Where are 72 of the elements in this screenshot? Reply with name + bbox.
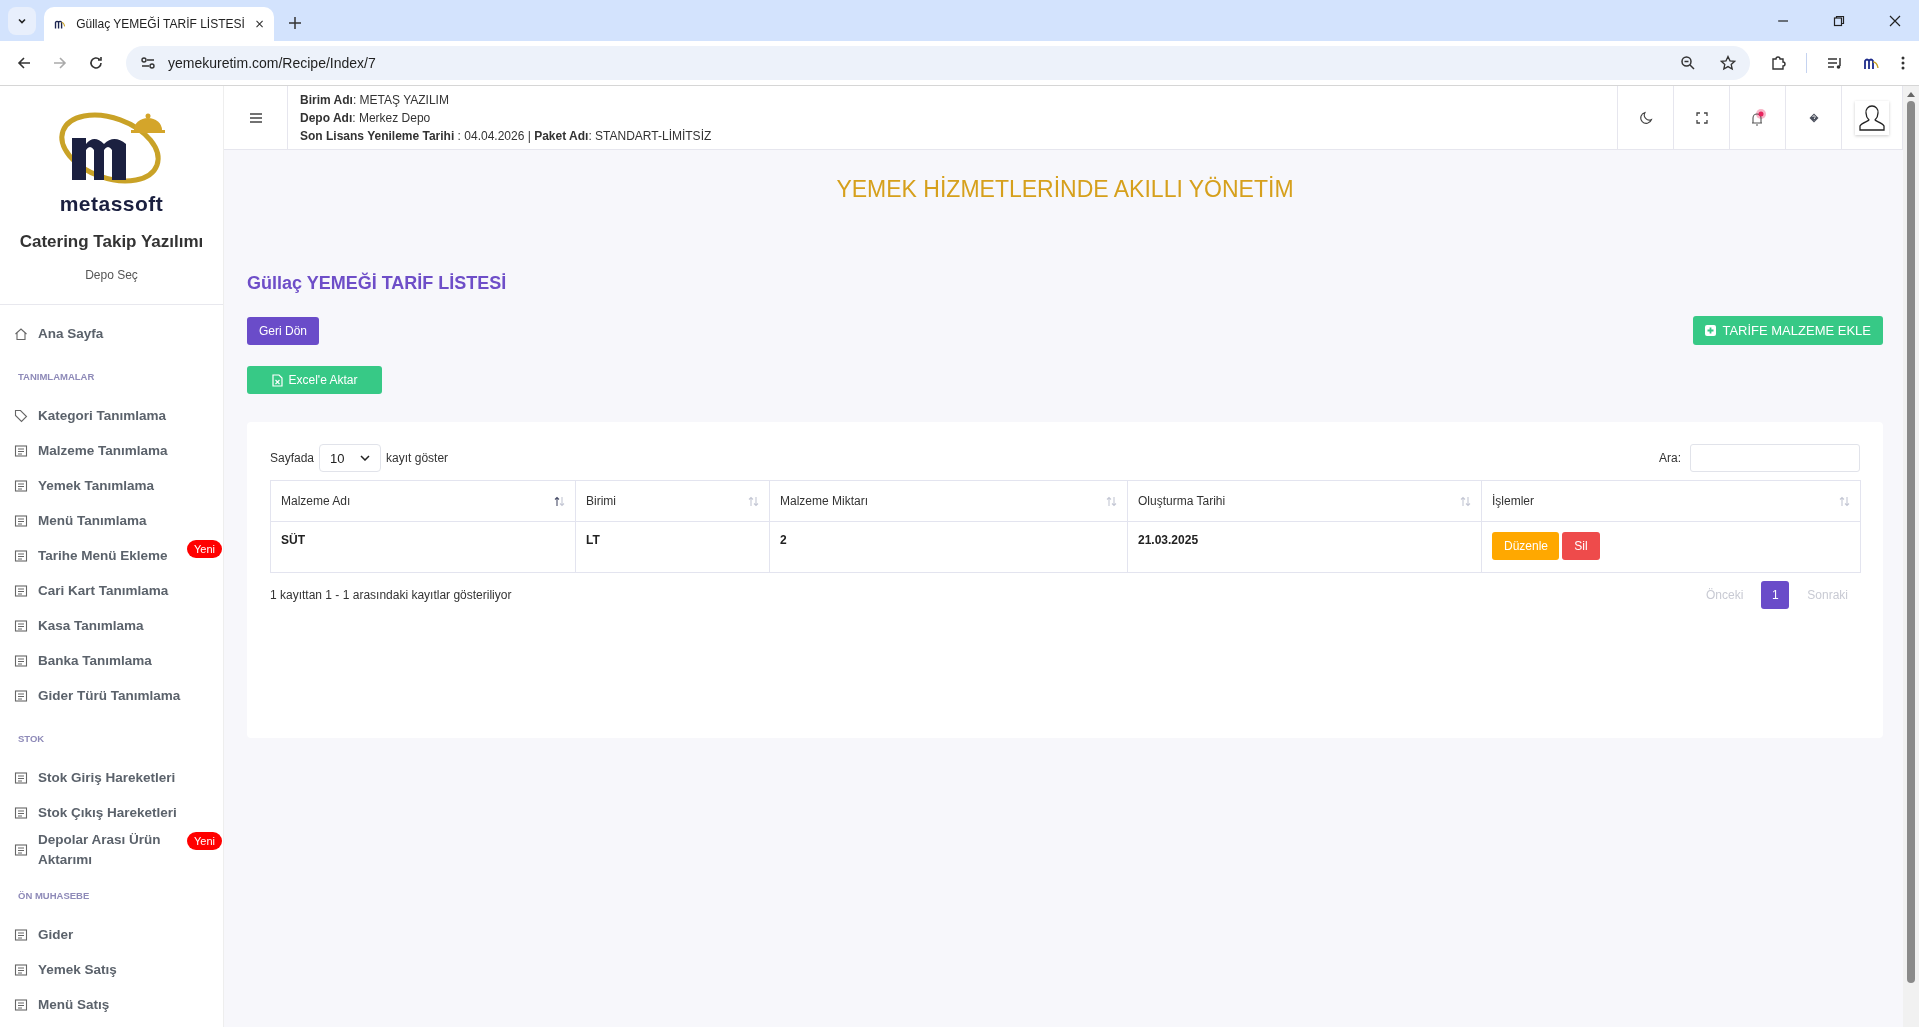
sidebar-item[interactable]: Ana Sayfa: [38, 323, 104, 344]
sidebar-item[interactable]: Menü Satış: [38, 994, 110, 1015]
column-header[interactable]: İşlemler: [1481, 480, 1861, 522]
info-line: Son Lisans Yenileme Tarihi : 04.04.2026 | Paket Adı: STANDART-LİMİTSİZ: [300, 127, 712, 144]
banner-heading: YEMEK HİZMETLERİNDE AKILLI YÖNETİM: [835, 175, 1295, 203]
back-button[interactable]: Geri Dön: [247, 317, 320, 345]
sidebar-item[interactable]: Stok Giriş Hareketleri: [38, 767, 176, 788]
new-badge: Yeni: [187, 540, 222, 558]
sidebar-item[interactable]: Cari Kart Tanımlama: [38, 580, 169, 601]
column-header[interactable]: Oluşturma Tarihi: [1127, 480, 1482, 522]
chevron-down-icon: [360, 455, 371, 461]
close-icon[interactable]: [254, 18, 264, 30]
depot-select-link[interactable]: Depo Seç: [85, 268, 138, 282]
info-line: Depo Adı: Merkez Depo: [300, 109, 432, 126]
sidebar-item[interactable]: Yemek Tanımlama: [38, 475, 155, 496]
scrollbar[interactable]: [1903, 86, 1919, 1027]
menu-icon: [248, 111, 263, 124]
spreadsheet-file-icon: [271, 373, 283, 387]
extensions-icon[interactable]: [1770, 55, 1786, 71]
sidebar-item[interactable]: Malzeme Tanımlama: [38, 440, 168, 461]
page-length-select[interactable]: 10: [319, 444, 382, 472]
fullscreen-icon: [1695, 111, 1708, 124]
sidebar-item[interactable]: Stok Çıkış Hareketleri: [38, 802, 177, 823]
media-icon[interactable]: [1827, 55, 1843, 71]
sidebar-item[interactable]: Kasa Tanımlama: [38, 615, 144, 636]
info-line: Birim Adı: METAŞ YAZILIM: [300, 91, 450, 108]
sidebar-item[interactable]: Kategori Tanımlama: [38, 405, 167, 426]
column-header[interactable]: Malzeme Miktarı: [769, 480, 1128, 522]
table-info: 1 kayıttan 1 - 1 arasındaki kayıtlar gösteriliyor: [270, 588, 512, 602]
zoom-icon[interactable]: [1680, 55, 1696, 71]
user-avatar-icon[interactable]: [1855, 100, 1889, 135]
more-icon[interactable]: [1901, 55, 1905, 71]
back-icon[interactable]: [16, 55, 32, 71]
moon-icon: [1638, 110, 1653, 125]
column-header[interactable]: Birimi: [575, 480, 770, 522]
close-icon[interactable]: [1889, 14, 1901, 27]
section-heading: STOK: [17, 732, 46, 746]
new-tab-icon[interactable]: [288, 16, 302, 30]
section-heading: TANIMLAMALAR: [17, 370, 96, 384]
page-title: Güllaç YEMEĞİ TARİF LİSTESİ: [247, 272, 508, 294]
table-cell: 2: [769, 521, 1128, 573]
delete-button[interactable]: Sil: [1562, 532, 1600, 560]
reload-icon[interactable]: [88, 55, 104, 71]
length-label: kayıt göster: [386, 451, 449, 465]
table-cell: LT: [575, 521, 770, 573]
column-header[interactable]: Malzeme Adı: [270, 480, 576, 522]
site-settings-icon[interactable]: [140, 55, 156, 71]
page-number-button[interactable]: 1: [1761, 581, 1790, 609]
section-heading: ÖN MUHASEBE: [17, 889, 91, 903]
browser-tab[interactable]: Güllaç YEMEĞİ TARİF LİSTESİ: [44, 7, 274, 41]
sidebar-item[interactable]: Tarihe Menü Ekleme: [38, 545, 168, 566]
search-label: Ara:: [1659, 451, 1681, 465]
help-icon: [1808, 112, 1819, 123]
sidebar-item[interactable]: Banka Tanımlama: [38, 650, 152, 671]
search-field[interactable]: [1690, 444, 1860, 472]
new-badge: Yeni: [187, 832, 222, 850]
address-bar[interactable]: yemekuretim.com/Recipe/Index/7: [126, 46, 1750, 80]
sidebar-item[interactable]: Yemek Satış: [38, 959, 117, 980]
table-cell: 21.03.2025: [1127, 521, 1482, 573]
table-cell: SÜT: [270, 521, 576, 573]
length-label: Sayfada: [270, 451, 315, 465]
home-icon: [14, 326, 28, 341]
scroll-up-icon[interactable]: [1906, 90, 1916, 98]
star-icon[interactable]: [1720, 55, 1736, 71]
tag-icon: [14, 408, 28, 423]
app-name: Catering Takip Yazılımı: [19, 232, 204, 252]
sidebar-item[interactable]: Menü Tanımlama: [38, 510, 147, 531]
plus-square-icon: [1705, 325, 1717, 336]
sidebar-item[interactable]: Gider Türü Tanımlama: [38, 685, 181, 706]
sidebar-item[interactable]: Gider: [38, 924, 74, 945]
restore-icon[interactable]: [1833, 14, 1845, 27]
logo-text: metassoft: [59, 192, 164, 216]
